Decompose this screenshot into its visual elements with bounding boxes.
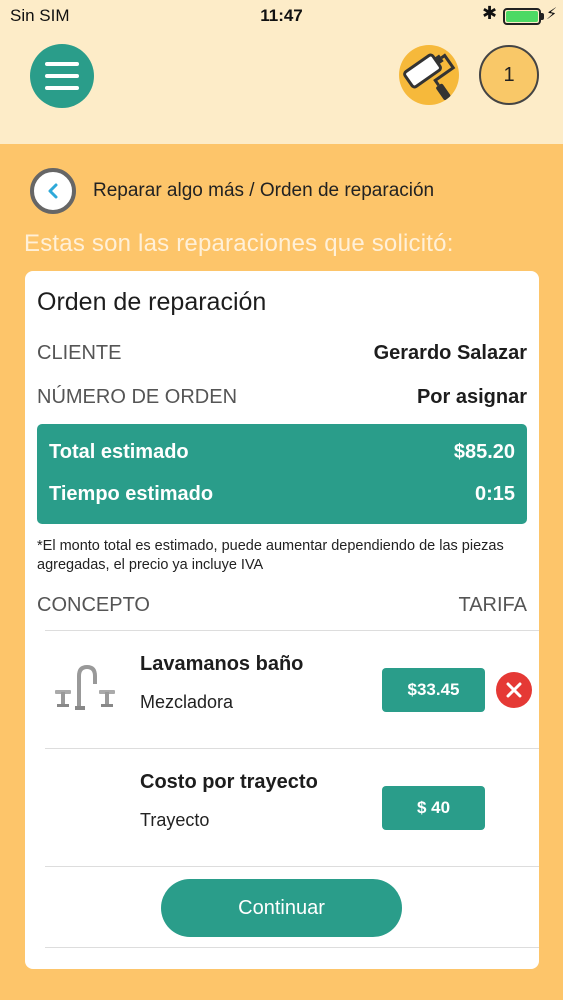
item-price: $33.45 xyxy=(382,668,485,712)
close-icon xyxy=(506,682,522,698)
order-number-value: Por asignar xyxy=(416,386,527,408)
continue-button[interactable]: Continuar xyxy=(161,879,402,937)
item-subtitle: Trayecto xyxy=(140,810,210,830)
order-card: Orden de reparación CLIENTE Gerardo Sala… xyxy=(25,271,539,969)
total-value: $85.20 xyxy=(453,441,515,463)
divider xyxy=(45,630,539,631)
order-title: Orden de reparación xyxy=(37,288,267,316)
status-bar: Sin SIM 11:47 ✱ ⚡ xyxy=(0,0,563,32)
time-label: Tiempo estimado xyxy=(49,483,214,505)
client-value: Gerardo Salazar xyxy=(373,342,527,364)
cart-count: 1 xyxy=(503,63,515,86)
tools-button[interactable] xyxy=(399,45,459,105)
charging-icon: ⚡ xyxy=(546,6,558,23)
totals-box: Total estimado $85.20 Tiempo estimado 0:… xyxy=(37,424,527,524)
divider xyxy=(45,866,539,867)
menu-button[interactable] xyxy=(30,44,94,108)
app-header: 1 xyxy=(0,32,563,144)
order-number-label: NÚMERO DE ORDEN xyxy=(37,386,238,408)
total-label: Total estimado xyxy=(49,441,189,463)
back-button[interactable] xyxy=(30,168,76,214)
rate-header: TARIFA xyxy=(458,594,527,616)
item-price: $ 40 xyxy=(382,786,485,830)
battery-icon xyxy=(503,8,541,25)
breadcrumb: Reparar algo más / Orden de reparación xyxy=(93,180,435,201)
item-title: Costo por trayecto xyxy=(140,771,318,793)
item-subtitle: Mezcladora xyxy=(140,692,234,712)
divider xyxy=(45,748,539,749)
clock: 11:47 xyxy=(260,6,303,25)
divider xyxy=(45,947,539,948)
faucet-icon xyxy=(55,664,115,710)
cart-count-button[interactable]: 1 xyxy=(479,45,539,105)
item-title: Lavamanos baño xyxy=(140,653,304,675)
paint-roller-icon xyxy=(403,53,456,100)
remove-item-button[interactable] xyxy=(496,672,532,708)
estimate-note: *El monto total es estimado, puede aumen… xyxy=(37,538,504,573)
client-label: CLIENTE xyxy=(37,342,122,364)
intro-text: Estas son las reparaciones que solicitó: xyxy=(24,230,454,257)
bluetooth-icon: ✱ xyxy=(482,3,498,23)
concept-header: CONCEPTO xyxy=(37,594,150,616)
battery-tip xyxy=(541,13,544,20)
hamburger-menu-icon xyxy=(45,62,79,66)
time-value: 0:15 xyxy=(474,483,515,505)
chevron-left-icon xyxy=(48,183,58,199)
